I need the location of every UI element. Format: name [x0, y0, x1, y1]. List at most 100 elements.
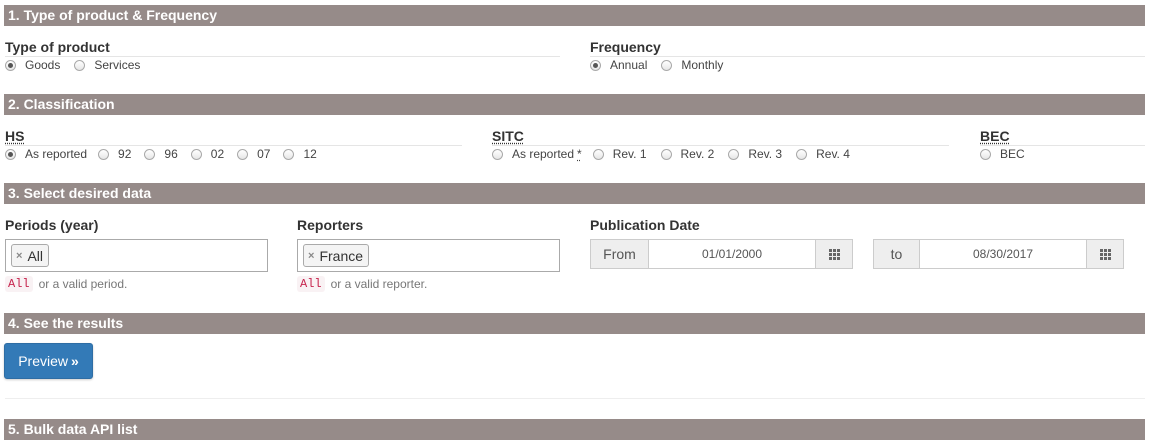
periods-help: All or a valid period.: [5, 276, 127, 292]
radio-services-label: Services: [94, 58, 141, 72]
radio-monthly-indicator[interactable]: [661, 59, 673, 71]
reporters-help: All or a valid reporter.: [297, 276, 427, 292]
date-from-addon: From: [590, 239, 649, 269]
radio-hs-07-label: 07: [257, 147, 271, 161]
preview-button[interactable]: Preview »: [4, 343, 93, 379]
radio-sitc-as-reported[interactable]: As reported *: [492, 147, 582, 161]
hs-group: As reported 92 96 02 07 12: [5, 147, 317, 161]
radio-hs-as-reported-label: As reported: [25, 147, 88, 161]
radio-hs-96-indicator[interactable]: [144, 148, 156, 160]
date-to-calendar-button[interactable]: [1086, 239, 1124, 269]
sitc-footnote-marker: *: [577, 147, 582, 161]
radio-annual[interactable]: Annual: [590, 58, 647, 72]
radio-sitc-rev3-label: Rev. 3: [748, 147, 783, 161]
radio-hs-92-indicator[interactable]: [98, 148, 110, 160]
divider: [5, 56, 560, 57]
radio-hs-02[interactable]: 02: [190, 147, 225, 161]
radio-hs-02-label: 02: [210, 147, 225, 161]
periods-tag: × All: [11, 244, 49, 267]
frequency-label: Frequency: [590, 39, 661, 55]
radio-sitc-rev3-indicator[interactable]: [728, 148, 740, 160]
radio-hs-96-label: 96: [164, 147, 178, 161]
periods-label: Periods (year): [5, 217, 99, 233]
sitc-group: As reported * Rev. 1 Rev. 2 Rev. 3 Rev. …: [492, 147, 850, 161]
bec-group: BEC: [980, 147, 1025, 161]
bec-label: BEC: [980, 128, 1010, 144]
remove-tag-icon[interactable]: ×: [16, 250, 22, 262]
preview-button-label: Preview: [18, 353, 68, 369]
radio-annual-indicator[interactable]: [590, 59, 601, 71]
radio-hs-07[interactable]: 07: [237, 147, 270, 161]
radio-sitc-rev2-label: Rev. 2: [680, 147, 715, 161]
periods-help-text: or a valid period.: [38, 277, 128, 291]
radio-hs-12[interactable]: 12: [283, 147, 317, 161]
radio-hs-as-reported-indicator[interactable]: [5, 148, 16, 160]
divider: [980, 145, 1145, 146]
divider: [492, 145, 949, 146]
radio-hs-12-indicator[interactable]: [283, 148, 295, 160]
reporters-help-text: or a valid reporter.: [330, 277, 428, 291]
section-header-product-frequency: 1. Type of product & Frequency: [4, 5, 1145, 26]
calendar-grid-icon: [1099, 248, 1111, 260]
remove-tag-icon[interactable]: ×: [308, 250, 314, 262]
radio-bec-label: BEC: [1000, 147, 1025, 161]
product-type-group: Goods Services: [5, 58, 140, 72]
radio-goods-indicator[interactable]: [5, 59, 16, 71]
radio-bec[interactable]: BEC: [980, 147, 1025, 161]
date-to-addon: to: [873, 239, 920, 269]
radio-monthly[interactable]: Monthly: [661, 58, 723, 72]
radio-sitc-rev1-indicator[interactable]: [592, 148, 604, 160]
radio-sitc-rev4-label: Rev. 4: [816, 147, 850, 161]
periods-tag-label: All: [27, 247, 43, 264]
sitc-label: SITC: [492, 128, 524, 144]
radio-sitc-rev1[interactable]: Rev. 1: [592, 147, 647, 161]
section-header-select-data: 3. Select desired data: [4, 183, 1145, 204]
bec-abbr: BEC: [980, 128, 1010, 144]
radio-sitc-as-reported-label: As reported: [512, 147, 575, 161]
radio-sitc-rev2-indicator[interactable]: [660, 148, 672, 160]
section-header-bulk-api: 5. Bulk data API list: [4, 419, 1145, 440]
radio-bec-indicator[interactable]: [980, 148, 991, 160]
radio-hs-92-label: 92: [118, 147, 132, 161]
frequency-group: Annual Monthly: [590, 58, 723, 72]
radio-hs-as-reported[interactable]: As reported: [5, 147, 87, 161]
radio-sitc-rev2[interactable]: Rev. 2: [660, 147, 715, 161]
date-from-input[interactable]: 01/01/2000: [648, 239, 816, 269]
publication-date-label: Publication Date: [590, 217, 700, 233]
section-header-results: 4. See the results: [4, 313, 1145, 334]
radio-sitc-rev4[interactable]: Rev. 4: [796, 147, 850, 161]
reporters-help-code: All: [297, 276, 325, 292]
reporters-tag: × France: [303, 244, 370, 267]
radio-annual-label: Annual: [610, 58, 648, 72]
hs-abbr: HS: [5, 128, 25, 144]
radio-hs-07-indicator[interactable]: [237, 148, 249, 160]
radio-sitc-rev4-indicator[interactable]: [796, 148, 808, 160]
radio-sitc-rev1-label: Rev. 1: [612, 147, 647, 161]
reporters-tag-label: France: [319, 247, 364, 264]
divider: [5, 145, 462, 146]
sitc-abbr: SITC: [492, 128, 524, 144]
reporters-label: Reporters: [297, 217, 364, 233]
radio-monthly-label: Monthly: [681, 58, 724, 72]
periods-help-code: All: [5, 276, 33, 292]
reporters-input[interactable]: × France: [297, 239, 560, 272]
date-from-calendar-button[interactable]: [815, 239, 853, 269]
divider: [590, 56, 1145, 57]
radio-sitc-as-reported-indicator[interactable]: [492, 148, 503, 160]
date-to-input[interactable]: 08/30/2017: [919, 239, 1087, 269]
radio-hs-12-label: 12: [303, 147, 317, 161]
hs-label: HS: [5, 128, 24, 144]
radio-hs-02-indicator[interactable]: [190, 148, 202, 160]
radio-goods-label: Goods: [25, 58, 61, 72]
radio-services-indicator[interactable]: [74, 59, 86, 71]
calendar-grid-icon: [828, 248, 840, 260]
radio-goods[interactable]: Goods: [5, 58, 60, 72]
radio-services[interactable]: Services: [74, 58, 140, 72]
radio-sitc-rev3[interactable]: Rev. 3: [728, 147, 782, 161]
radio-hs-92[interactable]: 92: [98, 147, 131, 161]
periods-input[interactable]: × All: [5, 239, 268, 272]
divider: [5, 398, 1145, 399]
radio-hs-96[interactable]: 96: [144, 147, 178, 161]
double-chevron-right-icon: »: [71, 353, 79, 369]
section-header-classification: 2. Classification: [4, 94, 1145, 115]
